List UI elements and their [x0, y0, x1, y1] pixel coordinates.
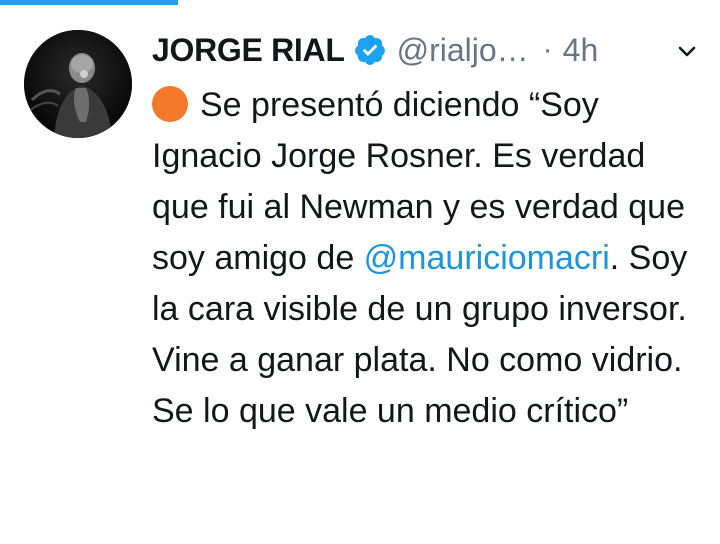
verified-badge-icon: [353, 33, 387, 67]
chevron-down-icon[interactable]: [676, 40, 698, 62]
timestamp[interactable]: 4h: [563, 32, 599, 69]
mention-link[interactable]: @mauriciomacri: [364, 239, 610, 277]
author-handle[interactable]: @rialjo…: [397, 32, 529, 69]
tweet-header: JORGE RIAL @rialjo… · 4h: [152, 26, 698, 74]
orange-circle-emoji: [152, 86, 188, 122]
separator-dot: ·: [542, 33, 553, 66]
avatar[interactable]: [24, 30, 132, 138]
author-name[interactable]: JORGE RIAL: [152, 32, 345, 69]
tweet-card[interactable]: JORGE RIAL @rialjo… · 4h Se presentó dic…: [0, 0, 720, 544]
tweet-text: Se presentó diciendo “Soy Ignacio Jorge …: [152, 80, 707, 437]
